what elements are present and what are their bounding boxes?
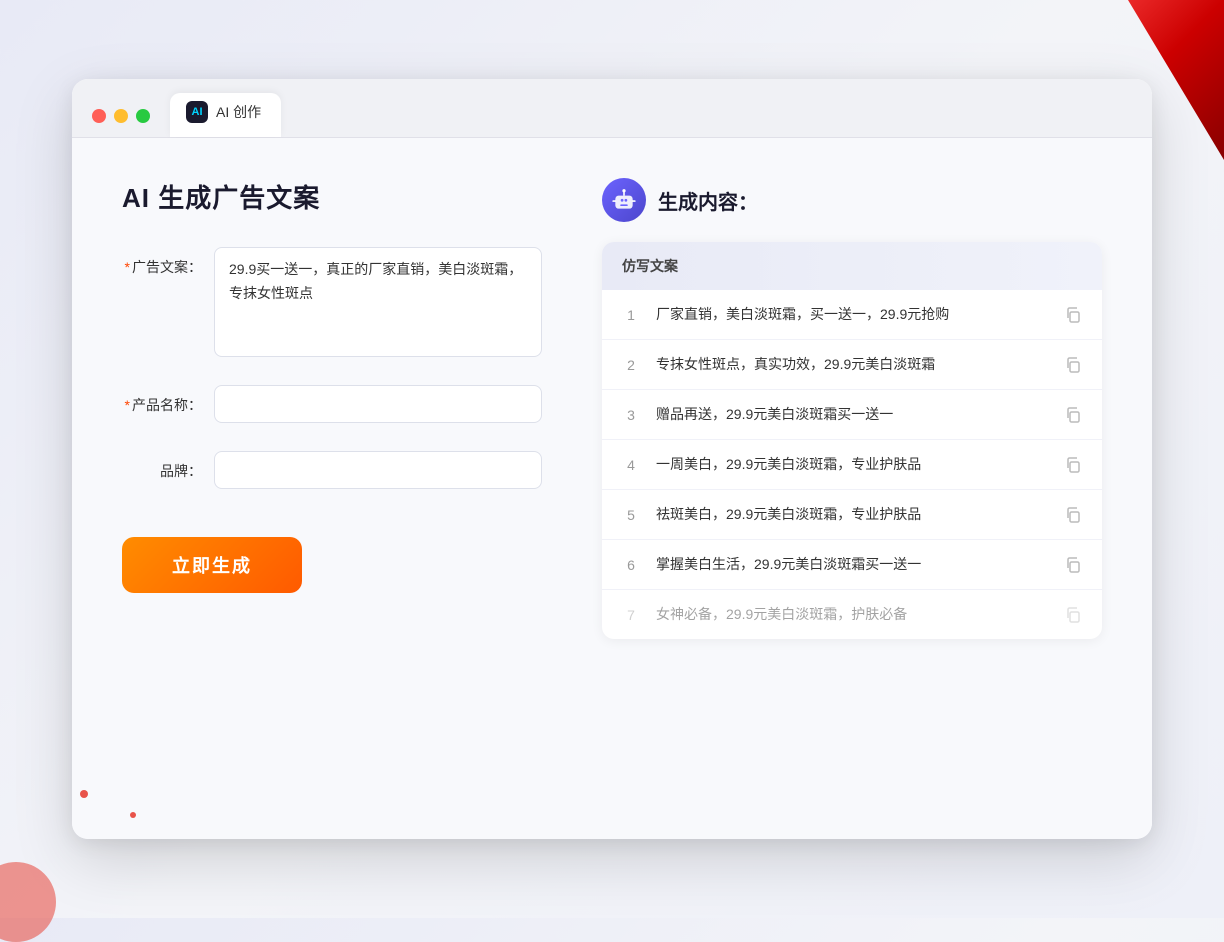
- results-header: 仿写文案: [602, 242, 1102, 290]
- brand-label: 品牌：: [122, 451, 202, 481]
- result-text-5: 祛斑美白，29.9元美白淡斑霜，专业护肤品: [656, 504, 1048, 525]
- tab-icon: AI: [186, 101, 208, 123]
- right-title: 生成内容：: [658, 186, 758, 215]
- result-text-4: 一周美白，29.9元美白淡斑霜，专业护肤品: [656, 454, 1048, 475]
- copy-icon-5[interactable]: [1064, 506, 1082, 524]
- result-num-3: 3: [622, 407, 640, 423]
- left-panel: AI 生成广告文案 *广告文案： 29.9买一送一，真正的厂家直销，美白淡斑霜，…: [122, 178, 542, 799]
- product-name-label: *产品名称：: [122, 385, 202, 415]
- result-text-1: 厂家直销，美白淡斑霜，买一送一，29.9元抢购: [656, 304, 1048, 325]
- ai-avatar: [602, 178, 646, 222]
- result-num-7: 7: [622, 607, 640, 623]
- result-item: 2 专抹女性斑点，真实功效，29.9元美白淡斑霜: [602, 340, 1102, 390]
- submit-button[interactable]: 立即生成: [122, 537, 302, 593]
- maximize-button[interactable]: [136, 109, 150, 123]
- result-num-1: 1: [622, 307, 640, 323]
- required-mark-2: *: [125, 397, 130, 413]
- required-mark: *: [125, 259, 130, 275]
- browser-window: AI AI 创作 AI 生成广告文案 *广告文案： 29.9买一送一，真正的厂家…: [72, 79, 1152, 839]
- titlebar: AI AI 创作: [72, 79, 1152, 138]
- result-item: 5 祛斑美白，29.9元美白淡斑霜，专业护肤品: [602, 490, 1102, 540]
- ad-copy-label: *广告文案：: [122, 247, 202, 277]
- result-item: 6 掌握美白生活，29.9元美白淡斑霜买一送一: [602, 540, 1102, 590]
- copy-icon-6[interactable]: [1064, 556, 1082, 574]
- result-num-2: 2: [622, 357, 640, 373]
- result-num-5: 5: [622, 507, 640, 523]
- right-header: 生成内容：: [602, 178, 1102, 222]
- product-name-input[interactable]: 美白淡斑霜: [214, 385, 542, 423]
- result-num-6: 6: [622, 557, 640, 573]
- ad-copy-input[interactable]: 29.9买一送一，真正的厂家直销，美白淡斑霜，专抹女性斑点: [214, 247, 542, 357]
- result-text-7: 女神必备，29.9元美白淡斑霜，护肤必备: [656, 604, 1048, 625]
- result-item: 3 赠品再送，29.9元美白淡斑霜买一送一: [602, 390, 1102, 440]
- result-text-2: 专抹女性斑点，真实功效，29.9元美白淡斑霜: [656, 354, 1048, 375]
- result-num-4: 4: [622, 457, 640, 473]
- brand-input[interactable]: 好白: [214, 451, 542, 489]
- copy-icon-1[interactable]: [1064, 306, 1082, 324]
- result-item: 1 厂家直销，美白淡斑霜，买一送一，29.9元抢购: [602, 290, 1102, 340]
- right-panel: 生成内容： 仿写文案 1 厂家直销，美白淡斑霜，买一送一，29.9元抢购 2 专…: [602, 178, 1102, 799]
- page-title: AI 生成广告文案: [122, 178, 542, 215]
- result-text-3: 赠品再送，29.9元美白淡斑霜买一送一: [656, 404, 1048, 425]
- minimize-button[interactable]: [114, 109, 128, 123]
- traffic-lights: [92, 109, 150, 137]
- brand-field-group: 品牌： 好白: [122, 451, 542, 489]
- result-item-last: 7 女神必备，29.9元美白淡斑霜，护肤必备: [602, 590, 1102, 639]
- result-text-6: 掌握美白生活，29.9元美白淡斑霜买一送一: [656, 554, 1048, 575]
- copy-icon-7[interactable]: [1064, 606, 1082, 624]
- active-tab[interactable]: AI AI 创作: [170, 93, 281, 137]
- results-container: 仿写文案 1 厂家直销，美白淡斑霜，买一送一，29.9元抢购 2 专抹女性斑点，…: [602, 242, 1102, 639]
- copy-icon-2[interactable]: [1064, 356, 1082, 374]
- result-item: 4 一周美白，29.9元美白淡斑霜，专业护肤品: [602, 440, 1102, 490]
- ad-copy-field-group: *广告文案： 29.9买一送一，真正的厂家直销，美白淡斑霜，专抹女性斑点: [122, 247, 542, 357]
- close-button[interactable]: [92, 109, 106, 123]
- copy-icon-3[interactable]: [1064, 406, 1082, 424]
- main-content: AI 生成广告文案 *广告文案： 29.9买一送一，真正的厂家直销，美白淡斑霜，…: [72, 138, 1152, 839]
- tab-label: AI 创作: [216, 102, 261, 122]
- product-name-field-group: *产品名称： 美白淡斑霜: [122, 385, 542, 423]
- copy-icon-4[interactable]: [1064, 456, 1082, 474]
